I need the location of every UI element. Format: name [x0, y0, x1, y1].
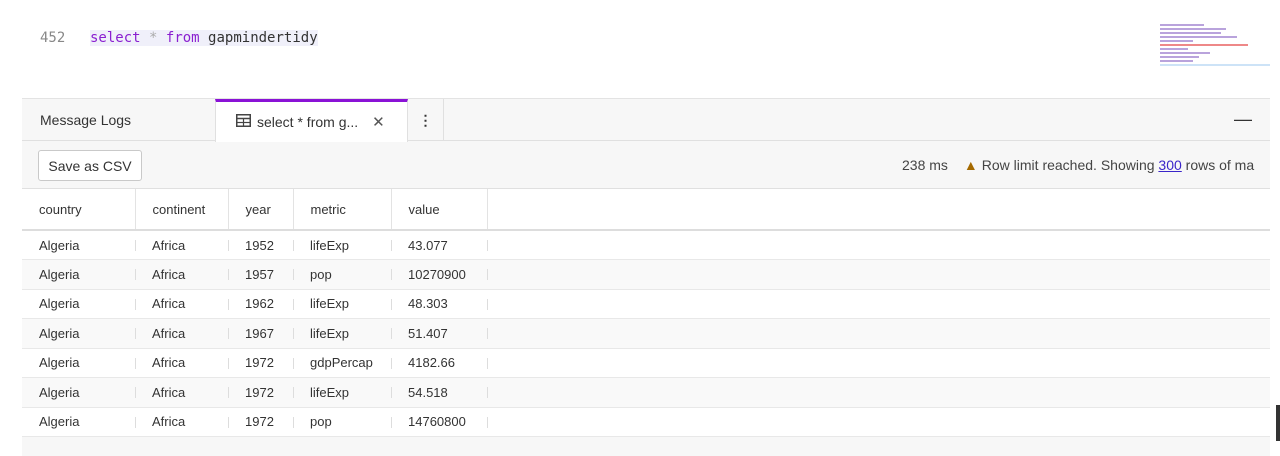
- table-cell: lifeExp: [293, 318, 391, 349]
- tab-label: select * from g...: [257, 114, 359, 130]
- table-row[interactable]: Algeria Africa 1972 lifeExp 54.518: [22, 377, 1270, 408]
- tab-label: Message Logs: [40, 112, 132, 128]
- row-filler: [487, 289, 1270, 319]
- table-icon: [236, 114, 251, 130]
- table-cell: Africa: [135, 318, 228, 349]
- table-cell: lifeExp: [293, 289, 391, 319]
- table-cell: Algeria: [22, 377, 135, 408]
- row-filler: [487, 318, 1270, 349]
- warning-icon: ▲: [963, 157, 978, 173]
- table-cell: Africa: [135, 348, 228, 378]
- table-cell: pop: [293, 259, 391, 290]
- table-cell: 51.407: [391, 318, 487, 349]
- minimize-icon[interactable]: —: [1234, 109, 1252, 130]
- row-filler: [487, 230, 1270, 260]
- tab-bar: Message Logs select * from g... ✕ ⋮ —: [22, 99, 1270, 142]
- table-row[interactable]: Algeria Africa 1957 pop 10270900: [22, 259, 1270, 290]
- tab-query-result[interactable]: select * from g... ✕: [215, 99, 408, 142]
- row-filler: [487, 377, 1270, 408]
- column-header[interactable]: year: [228, 189, 294, 231]
- scrollbar[interactable]: [1276, 405, 1280, 441]
- header-filler: [487, 189, 1270, 231]
- column-header[interactable]: metric: [293, 189, 392, 231]
- table-cell: 1972: [228, 377, 293, 408]
- table-cell: Algeria: [22, 289, 135, 319]
- table-row[interactable]: Algeria Africa 1967 lifeExp 51.407: [22, 318, 1270, 349]
- table-row[interactable]: Algeria Africa 1972 gdpPercap 4182.66: [22, 348, 1270, 378]
- table-cell: 4182.66: [391, 348, 487, 378]
- table-row[interactable]: Algeria Africa 1952 lifeExp 43.077: [22, 230, 1270, 260]
- line-number: 452: [40, 30, 66, 46]
- close-icon[interactable]: ✕: [372, 113, 385, 131]
- keyword: from: [165, 30, 200, 46]
- table-cell: Africa: [135, 289, 228, 319]
- table-cell: pop: [293, 407, 391, 437]
- keyword: select: [90, 30, 141, 46]
- table-cell: 1962: [228, 289, 293, 319]
- table-cell: 1967: [228, 318, 293, 349]
- warning-text: Row limit reached. Showing: [981, 157, 1155, 173]
- table-cell: Algeria: [22, 407, 135, 437]
- results-toolbar: Save as CSV 238 ms ▲ Row limit reached. Sh…: [22, 141, 1270, 189]
- table-cell: gdpPercap: [293, 348, 391, 378]
- table-name: gapmindertidy: [208, 30, 318, 46]
- table-cell: 1952: [228, 230, 293, 260]
- operator: *: [149, 30, 158, 46]
- table-cell: Africa: [135, 259, 228, 290]
- column-header[interactable]: country: [22, 189, 136, 231]
- column-header[interactable]: continent: [135, 189, 229, 231]
- table-row[interactable]: Algeria Africa 1962 lifeExp 48.303: [22, 289, 1270, 319]
- table-cell: Algeria: [22, 348, 135, 378]
- code-line[interactable]: select * from gapmindertidy: [90, 30, 318, 46]
- table-cell: 48.303: [391, 289, 487, 319]
- table-cell: Algeria: [22, 230, 135, 260]
- save-csv-button[interactable]: Save as CSV: [38, 150, 142, 181]
- table-cell: 54.518: [391, 377, 487, 408]
- table-cell: lifeExp: [293, 230, 391, 260]
- tab-message-logs[interactable]: Message Logs: [22, 99, 215, 141]
- table-cell: 10270900: [391, 259, 487, 290]
- table-cell: lifeExp: [293, 377, 391, 408]
- more-options-icon[interactable]: ⋮: [408, 99, 444, 141]
- row-count-link[interactable]: 300: [1158, 157, 1181, 173]
- column-header[interactable]: value: [391, 189, 488, 231]
- table-cell: 1972: [228, 348, 293, 378]
- table-cell: 1957: [228, 259, 293, 290]
- table-cell: Algeria: [22, 318, 135, 349]
- row-filler: [487, 348, 1270, 378]
- results-table: country continent year metric value Alge…: [22, 189, 1270, 437]
- table-cell: 14760800: [391, 407, 487, 437]
- table-cell: Africa: [135, 377, 228, 408]
- table-cell: Algeria: [22, 259, 135, 290]
- table-cell: Africa: [135, 407, 228, 437]
- table-cell: 43.077: [391, 230, 487, 260]
- minimap[interactable]: [1160, 22, 1270, 90]
- sql-editor[interactable]: 452 select * from gapmindertidy: [0, 0, 1280, 98]
- table-cell: 1972: [228, 407, 293, 437]
- table-cell: Africa: [135, 230, 228, 260]
- header-row: country continent year metric value: [22, 189, 1270, 231]
- row-filler: [487, 407, 1270, 437]
- status-bar: 238 ms ▲ Row limit reached. Showing 300 ro…: [902, 157, 1270, 173]
- row-filler: [487, 259, 1270, 290]
- results-panel: Message Logs select * from g... ✕ ⋮ — Sa…: [22, 98, 1270, 456]
- elapsed-time: 238 ms: [902, 157, 948, 173]
- warning-text-suffix: rows of ma: [1185, 157, 1255, 173]
- table-row[interactable]: Algeria Africa 1972 pop 14760800: [22, 407, 1270, 437]
